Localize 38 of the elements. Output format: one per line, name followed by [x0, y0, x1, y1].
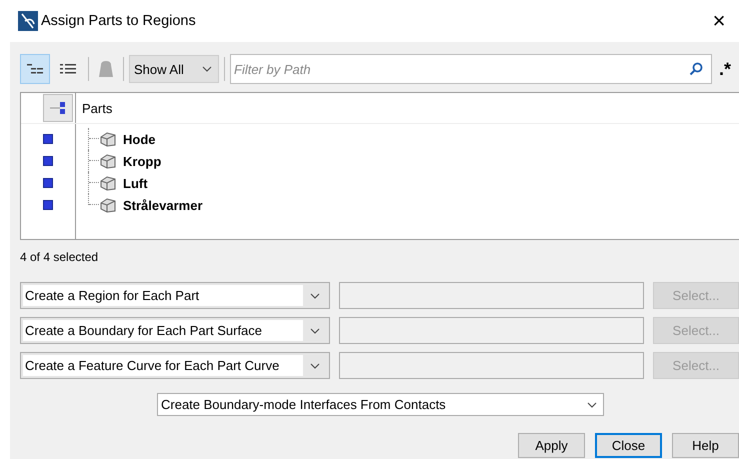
close-button[interactable]: ×	[703, 8, 735, 34]
selection-marker[interactable]	[43, 156, 53, 166]
selection-marker[interactable]	[43, 200, 53, 210]
regex-toggle[interactable]: .*	[715, 58, 736, 80]
part-icon	[99, 153, 117, 169]
selection-field[interactable]	[338, 352, 644, 379]
selection-field[interactable]	[338, 317, 644, 344]
tree-view-button[interactable]	[20, 54, 50, 84]
tree-view-icon	[27, 63, 43, 75]
part-icon	[99, 131, 117, 147]
selection-marker[interactable]	[43, 178, 53, 188]
part-name[interactable]: Luft	[123, 176, 148, 190]
selection-field[interactable]	[338, 282, 644, 309]
part-name[interactable]: Hode	[123, 132, 156, 146]
column-header[interactable]: Parts	[82, 100, 112, 116]
filter-field[interactable]: Filter by Path	[230, 54, 712, 84]
chevron-down-icon	[587, 402, 597, 408]
show-dropdown[interactable]: Show All	[129, 55, 219, 83]
part-icon[interactable]	[98, 59, 114, 79]
chevron-down-icon	[310, 362, 320, 368]
chevron-down-icon	[310, 328, 320, 334]
chevron-down-icon	[202, 66, 212, 72]
selection-column-icon[interactable]	[43, 94, 73, 122]
selection-status: 4 of 4 selected	[20, 250, 100, 266]
dialog-button[interactable]: Close	[595, 433, 662, 458]
part-icon	[99, 197, 117, 213]
search-icon	[689, 62, 703, 76]
window-title: Assign Parts to Regions	[41, 13, 196, 29]
dialog-button[interactable]: Apply	[518, 433, 585, 458]
part-name[interactable]: Strålevarmer	[123, 198, 202, 212]
interfaces-dropdown[interactable]: Create Boundary-mode Interfaces From Contacts	[157, 393, 604, 416]
part-name[interactable]: Kropp	[123, 154, 162, 168]
chevron-down-icon	[310, 292, 320, 298]
list-view-icon	[60, 63, 76, 75]
selection-marker[interactable]	[43, 134, 53, 144]
part-icon	[99, 175, 117, 191]
dialog-button[interactable]: Help	[672, 433, 739, 458]
app-logo-icon	[18, 11, 38, 31]
